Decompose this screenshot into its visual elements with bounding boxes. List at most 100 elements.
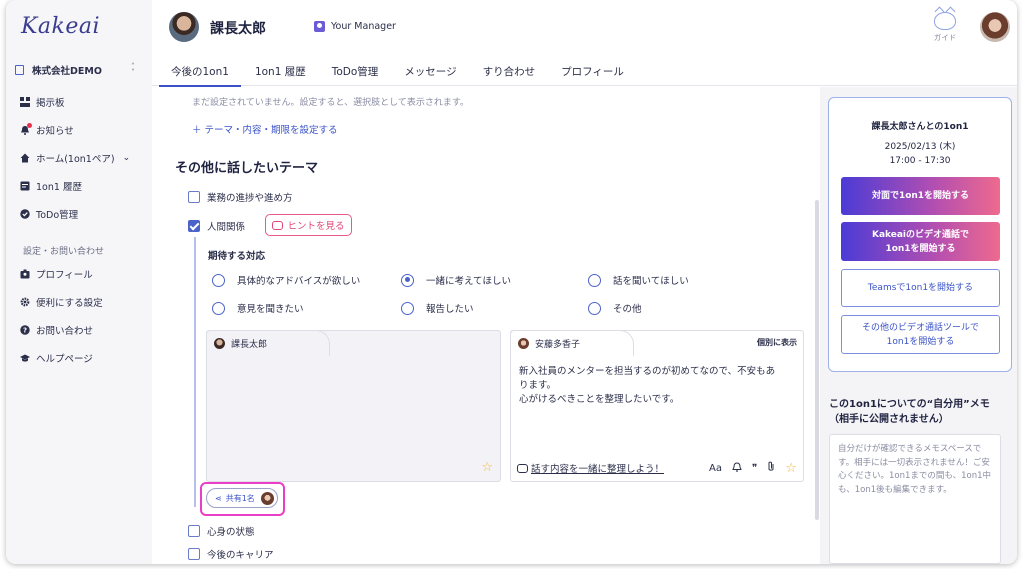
svg-text:?: ? [23, 327, 27, 335]
tab-profile[interactable]: プロフィール [561, 58, 624, 86]
radio-label: 一緒に考えてほしい [426, 276, 512, 287]
start-in-person-button[interactable]: 対面で1on1を開始する [841, 177, 1000, 215]
radio-opinion[interactable]: 意見を聞きたい [212, 301, 304, 315]
font-format-icon[interactable]: Aa [709, 463, 722, 474]
star-icon[interactable]: ☆ [785, 461, 797, 476]
sidebar-item-help[interactable]: ヘルプページ [20, 349, 150, 367]
tab-upcoming-1on1[interactable]: 今後の1on1 [159, 58, 241, 87]
private-memo-title: この1on1についての“自分用”メモ （相手に公開されません） [829, 397, 990, 427]
cat-guide-icon [934, 12, 956, 30]
button-line: 1on1を開始する [885, 243, 956, 254]
updown-chevron-icon: ˄ ˅ [131, 62, 135, 77]
tab-bar: 今後の1on1 1on1 履歴 ToDo管理 メッセージ すり合わせ プロフィー… [152, 58, 624, 87]
checkbox-checked[interactable] [188, 220, 200, 232]
hint-button[interactable]: ヒントを見る [265, 214, 352, 236]
checkbox[interactable] [188, 525, 200, 537]
radio-label: 報告したい [426, 304, 474, 315]
checkbox[interactable] [188, 191, 200, 203]
radio-button[interactable] [212, 273, 225, 287]
radio-report[interactable]: 報告したい [401, 301, 474, 315]
radio-other[interactable]: その他 [588, 301, 642, 315]
note-text[interactable]: 新入社員のメンターを担当するのが初めてなので、不安もあ ります。 心がけるべきこ… [519, 365, 799, 407]
theme-note: まだ設定されていません。設定すると、選択肢として表示されます。 [192, 98, 469, 108]
home-icon [20, 153, 30, 163]
sidebar-item-label: お知らせ [36, 126, 74, 137]
topic-checkbox-progress[interactable]: 業務の進捗や進め方 [188, 190, 293, 204]
header: 課長太郎 Your Manager ガイド 今後の1on1 1on1 履歴 To… [152, 0, 1017, 87]
tab-todo[interactable]: ToDo管理 [332, 58, 379, 86]
content-scrollbar[interactable] [815, 200, 819, 520]
unread-dot [27, 123, 32, 128]
bell-icon[interactable] [732, 461, 742, 475]
editor-toolbar: 話す内容を一緒に整理しよう！ Aa ❞ ☆ [517, 459, 797, 477]
sidebar-item-history[interactable]: 1on1 履歴 [20, 177, 150, 195]
private-memo-input[interactable]: 自分だけが確認できるメモスペースです。相手には一切表示されません！ご安心ください… [829, 434, 1001, 564]
sidebar-item-home[interactable]: ホーム(1on1ペア) ⌄ [20, 149, 150, 167]
tab-1on1-history[interactable]: 1on1 履歴 [255, 58, 306, 86]
radio-specific-advice[interactable]: 具体的なアドバイスが欲しい [212, 273, 360, 287]
sidebar-item-board[interactable]: 掲示板 [20, 93, 150, 111]
tab-alignment[interactable]: すり合わせ [483, 58, 536, 86]
radio-listen[interactable]: 話を聞いてほしい [588, 273, 689, 287]
company-switcher[interactable]: 株式会社DEMO ˄ ˅ [15, 62, 135, 78]
start-other-video-button[interactable]: その他のビデオ通話ツールで 1on1を開始する [841, 315, 1000, 354]
board-icon [20, 97, 30, 107]
start-kakeai-video-button[interactable]: Kakeaiのビデオ通話で 1on1を開始する [841, 222, 1000, 261]
note-line: ります。 [519, 380, 557, 391]
sidebar-item-label: 便利にする設定 [36, 298, 103, 309]
section-title: その他に話したいテーマ [175, 161, 319, 176]
topic-label: 人間関係 [207, 222, 246, 233]
profile-icon [20, 269, 30, 279]
radio-think-together[interactable]: 一緒に考えてほしい [401, 273, 511, 287]
sidebar-item-label: 1on1 履歴 [36, 182, 82, 193]
manager-avatar[interactable] [169, 12, 199, 42]
quote-icon[interactable]: ❞ [752, 463, 757, 474]
memo-title-line: この1on1についての“自分用”メモ [829, 399, 990, 410]
topic-checkbox-wellbeing[interactable]: 心身の状態 [188, 524, 255, 538]
radio-label: 意見を聞きたい [237, 304, 304, 315]
radio-button[interactable] [212, 301, 225, 315]
sidebar-item-label: ホーム(1on1ペア) [36, 154, 115, 165]
guide-button[interactable]: ガイド [930, 12, 960, 43]
person-badge-icon [314, 21, 325, 32]
history-icon [20, 181, 30, 191]
radio-label: 具体的なアドバイスが欲しい [237, 276, 361, 287]
checkbox[interactable] [188, 548, 200, 560]
radio-button[interactable] [588, 301, 601, 315]
set-theme-link[interactable]: ＋ テーマ・内容・期限を設定する [192, 122, 338, 136]
topic-checkbox-relationships[interactable]: 人間関係 [188, 219, 245, 233]
sidebar-item-notifications[interactable]: お知らせ [20, 121, 150, 139]
meeting-title: 課長太郎さんとの1on1 [871, 122, 969, 132]
show-each-link[interactable]: 個別に表示 [757, 337, 797, 348]
sidebar-item-todo[interactable]: ToDo管理 [20, 205, 150, 223]
question-icon: ? [20, 325, 30, 335]
radio-button[interactable] [401, 301, 414, 315]
sidebar-item-profile[interactable]: プロフィール [20, 265, 150, 283]
user-avatar[interactable] [980, 12, 1010, 42]
card-tab: 課長太郎 [206, 330, 330, 356]
chevron-down-icon[interactable]: ⌄ [123, 153, 131, 163]
topic-checkbox-career[interactable]: 今後のキャリア [188, 547, 274, 561]
app-logo[interactable]: Kakeai [21, 14, 100, 39]
cat-helper-icon [517, 463, 528, 473]
role-badge: Your Manager [314, 21, 396, 32]
topic-label: 業務の進捗や進め方 [207, 193, 293, 204]
organize-help-link[interactable]: 話す内容を一緒に整理しよう！ [517, 461, 664, 475]
content-panel: まだ設定されていません。設定すると、選択肢として表示されます。 ＋ テーマ・内容… [152, 87, 812, 564]
star-icon[interactable]: ☆ [481, 460, 493, 475]
mini-avatar [518, 338, 529, 349]
sidebar-item-preferences[interactable]: 便利にする設定 [20, 293, 150, 311]
radio-label: 話を聞いてほしい [613, 276, 689, 287]
tab-messages[interactable]: メッセージ [404, 58, 456, 86]
note-line: 新入社員のメンターを担当するのが初めてなので、不安もあ [519, 366, 776, 377]
sidebar-item-label: 掲示板 [36, 98, 65, 109]
meeting-datetime: 2025/02/13 (木) 17:00 - 17:30 [829, 140, 1011, 168]
card-owner-name: 安藤多香子 [535, 340, 581, 350]
sidebar-item-contact[interactable]: ? お問い合わせ [20, 321, 150, 339]
button-line: 1on1を開始する [886, 336, 955, 347]
paperclip-icon[interactable] [767, 461, 775, 475]
button-line: Kakeaiのビデオ通話で [871, 229, 970, 240]
start-teams-button[interactable]: Teamsで1on1を開始する [841, 269, 1000, 307]
radio-button-selected[interactable] [401, 273, 414, 287]
radio-button[interactable] [588, 273, 601, 287]
